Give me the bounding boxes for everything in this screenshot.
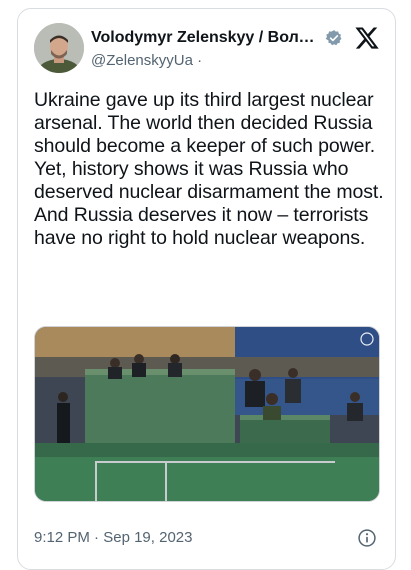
tweet-card: Volodymyr Zelenskyy / Воло… @ZelenskyyUa… [17,8,396,570]
handle-separator: · [197,52,203,69]
verified-badge-icon [325,29,343,47]
tweet-media-image[interactable] [34,326,380,502]
info-icon[interactable] [357,528,377,548]
author-display-name[interactable]: Volodymyr Zelenskyy / Воло… [91,29,319,47]
x-logo-icon[interactable] [354,25,380,51]
tweet-date[interactable]: Sep 19, 2023 [103,529,192,546]
tweet-timestamp[interactable]: 9:12 PM · Sep 19, 2023 [34,529,192,546]
meta-separator: · [94,529,100,546]
tweet-time[interactable]: 9:12 PM [34,529,90,546]
author-handle[interactable]: @ZelenskyyUa [91,52,193,69]
avatar[interactable] [34,23,84,73]
author-name-row[interactable]: Volodymyr Zelenskyy / Воло… [91,28,351,48]
author-handle-row: @ZelenskyyUa · [91,52,202,69]
tweet-text: Ukraine gave up its third largest nuclea… [34,89,384,249]
